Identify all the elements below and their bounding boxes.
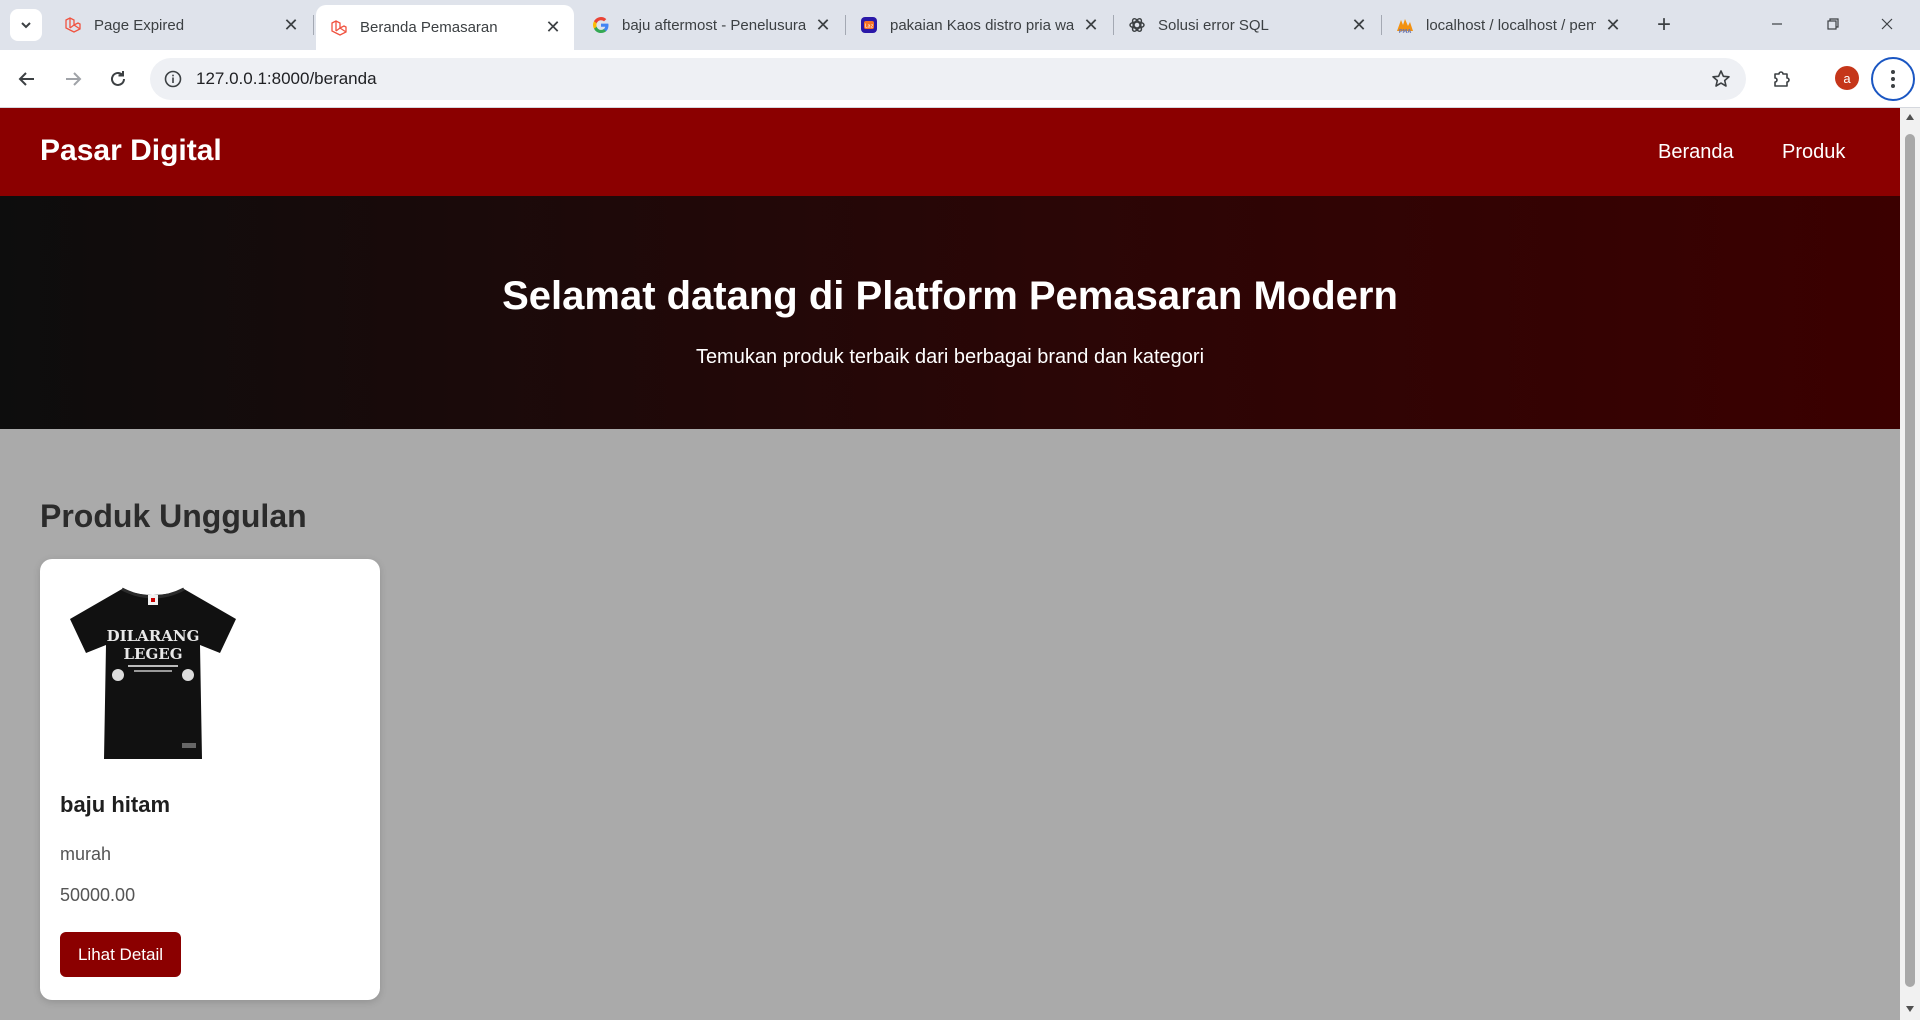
view-detail-button[interactable]: Lihat Detail [60,932,181,977]
minimize-icon [1772,23,1782,25]
tab-title: localhost / localhost / pemasaran [1426,16,1596,34]
page-scrollbar[interactable] [1900,108,1920,1020]
svg-text:PMA: PMA [1399,29,1412,34]
forward-button[interactable] [56,62,90,96]
product-image: DILARANG LEGEG [70,587,236,759]
url-text: 127.0.0.1:8000/beranda [196,69,377,88]
print-text-top: DILARANG [107,627,200,645]
nav-link-beranda[interactable]: Beranda [1658,141,1734,164]
restore-button[interactable] [1810,8,1856,40]
tab-separator [313,15,314,35]
tab-title: Page Expired [94,16,185,34]
close-icon [1881,18,1893,30]
tab-search-button[interactable] [10,9,42,41]
tab-google-search[interactable]: baju aftermost - Penelusuran Google ✕ [578,5,844,45]
arrow-left-icon [18,72,34,86]
scroll-up-arrow-icon[interactable] [1904,112,1916,122]
browser-toolbar: 127.0.0.1:8000/beranda [0,50,1920,108]
hero-section: Selamat datang di Platform Pemasaran Mod… [0,196,1900,429]
bookmark-star-icon[interactable] [1708,66,1734,92]
product-name: baju hitam [60,792,171,817]
tab-chatgpt[interactable]: Solusi error SQL ✕ [1114,5,1380,45]
arrow-right-icon [66,72,82,86]
laravel-icon [330,19,348,37]
reload-icon [111,71,125,86]
profile-avatar[interactable]: a [1835,66,1859,90]
product-price: 50000.00 [60,885,136,905]
close-icon[interactable]: ✕ [280,14,302,36]
scrollbar-thumb[interactable] [1905,134,1915,987]
tab-strip: Page Expired ✕ Beranda Pemasaran ✕ baju … [0,0,1920,50]
tab-page-expired[interactable]: Page Expired ✕ [50,5,312,45]
google-icon [592,16,610,34]
product-description: murah [60,844,112,864]
tab-beranda-pemasaran[interactable]: Beranda Pemasaran ✕ [316,5,574,50]
chevron-down-icon [21,22,31,29]
openai-icon [1128,16,1146,34]
close-icon[interactable]: ✕ [1602,14,1624,36]
tab-lazada[interactable]: Laz pakaian Kaos distro pria wanita ✕ [846,5,1112,45]
back-button[interactable] [10,62,44,96]
phpmyadmin-icon: PMA [1396,16,1414,34]
restore-icon [1827,18,1839,30]
tab-title: Beranda Pemasaran [360,19,498,36]
close-icon[interactable]: ✕ [1348,14,1370,36]
tab-title: baju aftermost - Penelusuran Google [622,16,806,34]
tab-title: pakaian Kaos distro pria wanita [890,16,1074,34]
product-card: DILARANG LEGEG baju hitam murah 50000.00… [40,559,380,1000]
close-icon[interactable]: ✕ [1080,14,1102,36]
new-tab-button[interactable]: + [1650,11,1678,39]
scroll-down-arrow-icon[interactable] [1904,1004,1916,1014]
site-brand[interactable]: Pasar Digital [40,134,222,168]
close-icon[interactable]: ✕ [812,14,834,36]
nav-link-produk[interactable]: Produk [1782,141,1845,164]
site-info-icon[interactable] [160,66,186,92]
featured-heading: Produk Unggulan [40,498,307,534]
svg-text:Laz: Laz [865,24,874,30]
hero-subtitle: Temukan produk terbaik dari berbagai bra… [695,346,1205,368]
laravel-icon [64,16,82,34]
address-bar[interactable]: 127.0.0.1:8000/beranda [150,58,1746,100]
tab-phpmyadmin[interactable]: PMA localhost / localhost / pemasaran ✕ [1382,5,1634,45]
close-window-button[interactable] [1864,8,1910,40]
reload-button[interactable] [101,62,135,96]
lazada-icon: Laz [860,16,878,34]
browser-menu-button[interactable] [1871,57,1915,101]
puzzle-icon [1774,71,1790,87]
site-navbar: Pasar Digital Beranda Produk [0,108,1900,196]
close-icon[interactable]: ✕ [542,17,564,39]
extensions-button[interactable] [1766,62,1798,94]
minimize-button[interactable] [1754,8,1800,40]
hero-title: Selamat datang di Platform Pemasaran Mod… [502,274,1398,318]
more-vertical-icon [1891,70,1895,88]
tab-title: Solusi error SQL [1158,16,1269,34]
print-text-bottom: LEGEG [123,645,182,663]
page-viewport: Pasar Digital Beranda Produk Selamat dat… [0,108,1900,1020]
